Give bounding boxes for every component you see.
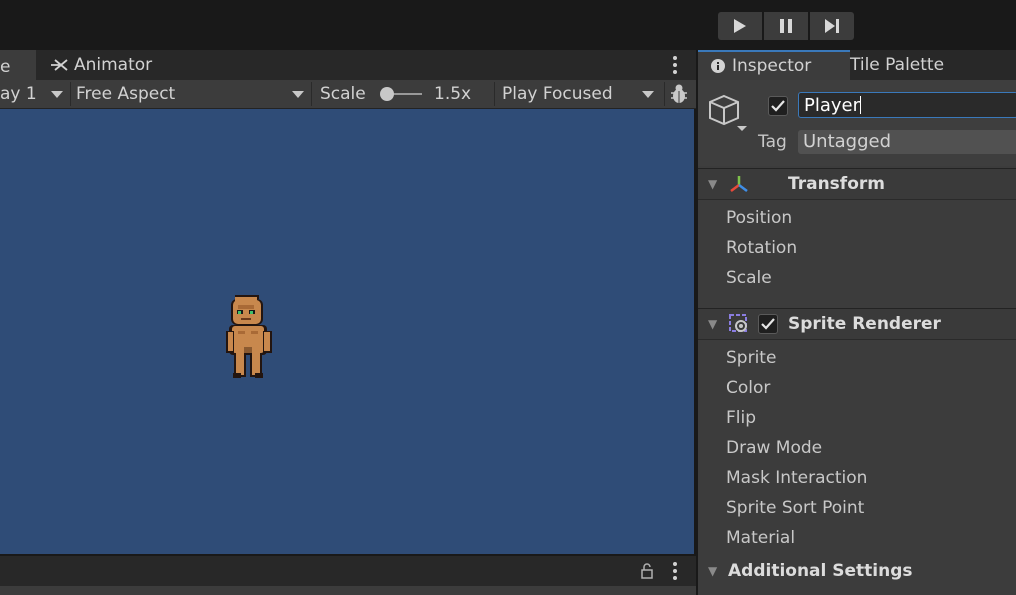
gameobject-name: Player xyxy=(804,95,861,116)
tab-inspector-label: Inspector xyxy=(732,56,812,76)
text-caret xyxy=(860,96,862,114)
sprite-renderer-enabled-checkbox[interactable] xyxy=(758,314,778,334)
game-toolbar: ay 1 Free Aspect Scale 1.5x Play Focused xyxy=(0,80,696,109)
additional-settings-foldout[interactable]: ▼ Additional Settings xyxy=(698,558,1016,584)
inspector-tabbar: Inspector Tile Palette xyxy=(698,50,1016,80)
player-sprite xyxy=(226,295,272,378)
scale-slider-thumb[interactable] xyxy=(380,87,394,101)
sprite-renderer-icon xyxy=(729,314,747,332)
property-scale: Scale xyxy=(726,268,772,288)
property-sprite-sort-point: Sprite Sort Point xyxy=(726,498,865,518)
property-rotation: Rotation xyxy=(726,238,798,258)
scale-slider[interactable] xyxy=(380,87,424,101)
tab-tile-palette[interactable]: Tile Palette xyxy=(850,50,990,80)
property-position: Position xyxy=(726,208,793,228)
bug-icon[interactable] xyxy=(668,83,690,105)
sprite-renderer-title: Sprite Renderer xyxy=(788,314,941,334)
property-sprite: Sprite xyxy=(726,348,777,368)
play-icon xyxy=(734,19,746,33)
additional-settings-title: Additional Settings xyxy=(728,561,913,581)
step-button[interactable] xyxy=(810,12,854,40)
property-color: Color xyxy=(726,378,771,398)
pause-button[interactable] xyxy=(764,12,808,40)
tab-inspector[interactable]: Inspector xyxy=(698,50,850,80)
game-tabbar: e Animator xyxy=(0,50,696,82)
console-tabbar xyxy=(0,556,696,586)
gameobject-icon[interactable] xyxy=(706,92,750,139)
chevron-down-icon xyxy=(642,91,654,98)
play-button[interactable] xyxy=(718,12,762,40)
property-draw-mode: Draw Mode xyxy=(726,438,823,458)
animator-icon xyxy=(51,59,68,71)
lock-icon[interactable] xyxy=(640,562,654,585)
scale-label: Scale xyxy=(320,84,366,104)
chevron-down-icon xyxy=(292,91,304,98)
active-checkbox[interactable] xyxy=(768,96,788,116)
sprite-renderer-header[interactable]: ▼ Sprite Renderer xyxy=(698,308,1016,340)
tab-animator-label: Animator xyxy=(74,55,153,75)
console-toolbar xyxy=(0,586,696,595)
main-toolbar xyxy=(0,0,1016,48)
display-label: ay 1 xyxy=(0,84,37,104)
check-icon xyxy=(771,100,785,112)
gameobject-name-input[interactable]: Player xyxy=(798,92,1016,118)
chevron-down-icon xyxy=(50,90,63,98)
pause-icon xyxy=(780,19,792,33)
display-dropdown[interactable]: ay 1 xyxy=(0,80,68,108)
game-viewport[interactable] xyxy=(0,109,694,554)
scale-value: 1.5x xyxy=(434,84,472,104)
play-mode-dropdown[interactable]: Play Focused xyxy=(502,80,662,108)
foldout-arrow-icon[interactable]: ▼ xyxy=(708,317,724,331)
tab-game-label: e xyxy=(0,57,11,77)
tab-tile-palette-label: Tile Palette xyxy=(850,55,945,75)
playmode-controls xyxy=(718,12,854,42)
tab-animator[interactable]: Animator xyxy=(38,50,190,80)
foldout-arrow-icon[interactable]: ▼ xyxy=(708,564,724,578)
tab-game[interactable]: e xyxy=(0,50,36,82)
step-icon xyxy=(825,19,839,33)
property-mask-interaction: Mask Interaction xyxy=(726,468,868,488)
aspect-dropdown[interactable]: Free Aspect xyxy=(76,80,306,108)
game-menu-icon[interactable] xyxy=(668,54,682,76)
tag-label: Tag xyxy=(758,132,787,152)
transform-icon xyxy=(730,176,748,192)
property-material: Material xyxy=(726,528,796,548)
transform-title: Transform xyxy=(788,174,885,194)
foldout-arrow-icon[interactable]: ▼ xyxy=(708,177,724,191)
property-flip: Flip xyxy=(726,408,757,428)
console-menu-icon[interactable] xyxy=(668,560,682,582)
info-icon xyxy=(711,59,725,73)
check-icon xyxy=(761,318,775,330)
transform-header[interactable]: ▼ Transform xyxy=(698,168,1016,200)
aspect-label: Free Aspect xyxy=(76,84,176,104)
play-mode-label: Play Focused xyxy=(502,84,613,104)
tag-value: Untagged xyxy=(803,131,892,152)
tag-dropdown[interactable]: Untagged xyxy=(798,130,1016,154)
